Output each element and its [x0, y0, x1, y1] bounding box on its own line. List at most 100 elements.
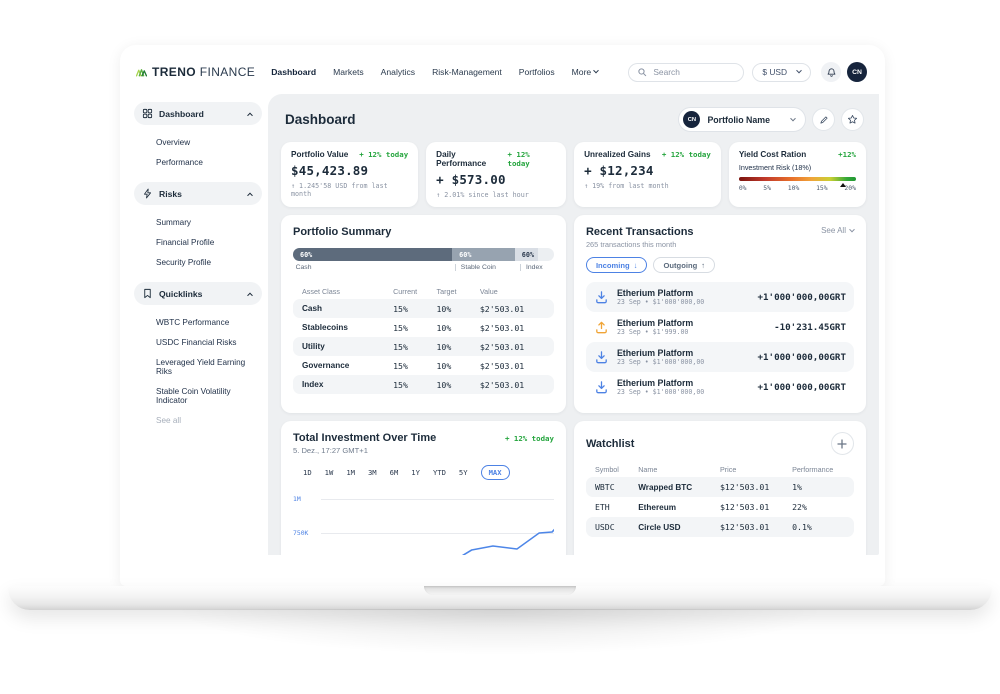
watchlist-row[interactable]: WBTC Wrapped BTC $12'503.01 1%: [586, 477, 854, 497]
range-5y[interactable]: 5Y: [459, 468, 468, 477]
y-axis-label: 1M: [293, 495, 301, 503]
sidebar-section-risks[interactable]: Risks: [134, 182, 262, 205]
sidebar-item-performance[interactable]: Performance: [156, 152, 262, 172]
transactions-count: 265 transactions this month: [586, 240, 694, 249]
watchlist-row[interactable]: ETH Ethereum $12'503.01 22%: [586, 497, 854, 517]
allocation-segment-stablecoin[interactable]: 60%: [452, 248, 515, 261]
range-1d[interactable]: 1D: [303, 468, 312, 477]
search-input[interactable]: [653, 67, 735, 77]
sidebar-item-stablecoin-volatility[interactable]: Stable Coin Volatility Indicator: [156, 381, 262, 410]
transaction-row[interactable]: Etherium Platform23 Sep • $1'999.00 -10'…: [586, 312, 854, 342]
nav-portfolios[interactable]: Portfolios: [519, 67, 555, 77]
arrow-up-icon: ↑: [701, 261, 705, 270]
table-row[interactable]: Governance 15% 10% $2'503.01: [293, 356, 554, 375]
table-row[interactable]: Index 15% 10% $2'503.01: [293, 375, 554, 394]
nav-more[interactable]: More: [572, 67, 599, 77]
sidebar-item-overview[interactable]: Overview: [156, 132, 262, 152]
range-ytd[interactable]: YTD: [433, 468, 446, 477]
cell-price: $12'503.01: [720, 502, 792, 512]
transaction-meta: 23 Sep • $1'000'000,00: [617, 388, 704, 396]
range-6m[interactable]: 6M: [390, 468, 399, 477]
sidebar-section-quicklinks[interactable]: Quicklinks: [134, 282, 262, 305]
brand-logo[interactable]: TRENO FINANCE: [136, 65, 255, 79]
watchlist-row[interactable]: USDC Circle USD $12'503.01 0.1%: [586, 517, 854, 537]
risk-gradient-bar: [739, 177, 856, 181]
range-max[interactable]: MAX: [481, 465, 510, 480]
cell-current: 15%: [393, 342, 436, 352]
transaction-row[interactable]: Etherium Platform23 Sep • $1'000'000,00 …: [586, 342, 854, 372]
yield-cost-ration-card[interactable]: Yield Cost Ration+12% Investment Risk (1…: [729, 142, 866, 207]
sidebar-item-usdc-financial-risks[interactable]: USDC Financial Risks: [156, 332, 262, 352]
watchlist-header: Symbol Name Price Performance: [586, 461, 854, 477]
cell-target: 10%: [436, 342, 479, 352]
sidebar-group: Summary Financial Profile Security Profi…: [134, 212, 262, 282]
card-title: Watchlist: [586, 438, 635, 450]
outgoing-transfer-icon: [594, 320, 609, 335]
risk-tick: 15%: [816, 184, 828, 192]
portfolio-selector[interactable]: CN Portfolio Name: [678, 107, 806, 132]
header-actions: CN Portfolio Name: [678, 107, 864, 132]
sidebar-item-summary[interactable]: Summary: [156, 212, 262, 232]
range-3m[interactable]: 3M: [368, 468, 377, 477]
star-icon: [847, 114, 858, 125]
table-row[interactable]: Stablecoins 15% 10% $2'503.01: [293, 318, 554, 337]
favorite-portfolio-button[interactable]: [841, 108, 864, 131]
laptop-shadow: [90, 609, 910, 694]
chart-line-svg: [321, 486, 554, 555]
pencil-icon: [819, 115, 829, 125]
cell-asset: Governance: [302, 361, 393, 370]
allocation-bar[interactable]: 60% 60% 60%: [293, 248, 554, 261]
cell-symbol: ETH: [595, 502, 638, 512]
cell-current: 15%: [393, 323, 436, 333]
plus-icon: [837, 439, 847, 449]
transaction-row[interactable]: Etherium Platform23 Sep • $1'000'000,00 …: [586, 372, 854, 402]
allocation-segment-cash[interactable]: 60%: [293, 248, 452, 261]
nav-links: Dashboard Markets Analytics Risk-Managem…: [271, 67, 628, 77]
notifications-button[interactable]: [821, 62, 841, 82]
range-1w[interactable]: 1W: [325, 468, 334, 477]
allocation-labels: Cash Stable Coin Index: [293, 264, 554, 276]
watchlist-card: Watchlist Symbol Name Price Performance: [574, 421, 866, 555]
allocation-segment-index[interactable]: 60%: [515, 248, 538, 261]
add-watchlist-button[interactable]: [831, 432, 854, 455]
sidebar-see-all-link[interactable]: See all: [156, 410, 262, 430]
nav-dashboard[interactable]: Dashboard: [271, 67, 316, 77]
daily-performance-card[interactable]: Daily Performance+ 12% today + $573.00 ↑…: [426, 142, 566, 207]
filter-outgoing[interactable]: Outgoing↑: [653, 257, 715, 273]
table-row[interactable]: Cash 15% 10% $2'503.01: [293, 299, 554, 318]
search-box[interactable]: [628, 63, 744, 82]
unrealized-gains-card[interactable]: Unrealized Gains+ 12% today + $12,234 ↑ …: [574, 142, 721, 207]
edit-portfolio-button[interactable]: [812, 108, 835, 131]
recent-transactions-card: Recent Transactions 265 transactions thi…: [574, 215, 866, 413]
filter-incoming[interactable]: Incoming↓: [586, 257, 648, 273]
investment-line-chart[interactable]: 1M 750K: [293, 486, 554, 555]
range-1y[interactable]: 1Y: [411, 468, 420, 477]
sidebar-section-label: Risks: [159, 189, 182, 199]
card-title: Portfolio Summary: [293, 226, 554, 238]
cell-name: Wrapped BTC: [638, 483, 720, 492]
stat-value: + $12,234: [584, 163, 711, 178]
table-row[interactable]: Utility 15% 10% $2'503.01: [293, 337, 554, 356]
y-axis-label: 750K: [293, 529, 308, 537]
range-1m[interactable]: 1M: [346, 468, 355, 477]
currency-select[interactable]: $ USD: [752, 63, 811, 82]
nav-risk-management[interactable]: Risk-Management: [432, 67, 502, 77]
sidebar-item-security-profile[interactable]: Security Profile: [156, 252, 262, 272]
nav-markets[interactable]: Markets: [333, 67, 364, 77]
cell-price: $12'503.01: [720, 522, 792, 532]
sidebar-item-financial-profile[interactable]: Financial Profile: [156, 232, 262, 252]
nav-analytics[interactable]: Analytics: [381, 67, 415, 77]
portfolio-value-card[interactable]: Portfolio Value+ 12% today $45,423.89 ↑ …: [281, 142, 418, 207]
sidebar-item-leveraged-yield[interactable]: Leveraged Yield Earning Riks: [156, 352, 262, 381]
col-symbol: Symbol: [595, 465, 638, 474]
sidebar-item-wbtc-performance[interactable]: WBTC Performance: [156, 312, 262, 332]
see-all-link[interactable]: See All: [821, 226, 854, 235]
risk-tick: 10%: [788, 184, 800, 192]
transaction-amount: -10'231.45GRT: [774, 322, 846, 333]
top-navbar: TRENO FINANCE Dashboard Markets Analytic…: [126, 50, 879, 94]
user-avatar[interactable]: CN: [847, 62, 867, 82]
transaction-meta: 23 Sep • $1'999.00: [617, 328, 693, 336]
sidebar-section-dashboard[interactable]: Dashboard: [134, 102, 262, 125]
incoming-transfer-icon: [594, 380, 609, 395]
transaction-row[interactable]: Etherium Platform23 Sep • $1'000'000,00 …: [586, 282, 854, 312]
